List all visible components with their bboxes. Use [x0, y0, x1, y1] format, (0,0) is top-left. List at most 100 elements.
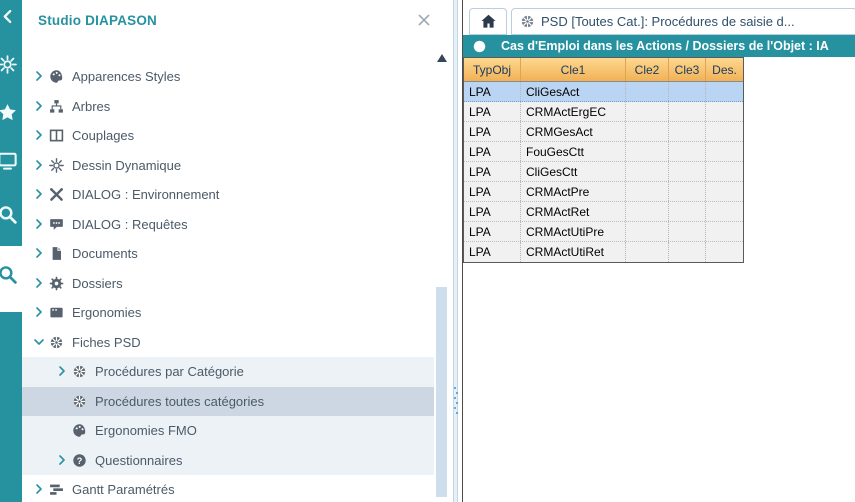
column-header-typobj[interactable]: TypObj [464, 58, 521, 81]
tree-icon [49, 99, 65, 114]
pinwheel-icon [72, 394, 87, 409]
table-row[interactable]: LPACRMActUtiRet [464, 242, 743, 262]
app-window: Studio DIAPASON Apparences StylesArbresC… [0, 0, 855, 502]
table-row[interactable]: LPACliGesAct [464, 82, 743, 102]
cell-cle2 [626, 82, 669, 101]
search-icon [0, 205, 17, 224]
chevron-right-icon [55, 453, 69, 467]
rail-item-search[interactable] [0, 202, 22, 226]
tree-item-documents[interactable]: Documents [22, 239, 434, 269]
tree-item-ergonomies-fmo[interactable]: Ergonomies FMO [22, 416, 434, 446]
chevron-right-icon[interactable] [32, 128, 49, 143]
search-icon [0, 265, 17, 284]
chevron-right-icon[interactable] [32, 276, 49, 291]
chevron-right-icon[interactable] [32, 482, 49, 497]
tree-item-procedures-toutes-categories[interactable]: Procédures toutes catégories [22, 387, 434, 417]
cell-cle2 [626, 162, 669, 181]
cell-des [706, 122, 743, 141]
tab-psd[interactable]: PSD [Toutes Cat.]: Procédures de saisie … [511, 8, 855, 35]
tree-item-procedures-par-categorie[interactable]: Procédures par Catégorie [22, 357, 434, 387]
cell-cle2 [626, 222, 669, 241]
chevron-right-icon[interactable] [32, 69, 49, 84]
tree-item-dialog-requetes[interactable]: DIALOG : Requêtes [22, 210, 434, 240]
cell-cle1: FouGesCtt [521, 142, 626, 161]
cell-des [706, 222, 743, 241]
rail-item-favorites[interactable] [0, 100, 22, 124]
scrollbar-thumb[interactable] [436, 287, 447, 497]
cell-typobj: LPA [464, 222, 521, 241]
chevron-right-icon [32, 99, 46, 113]
tab-bar: PSD [Toutes Cat.]: Procédures de saisie … [463, 8, 855, 35]
chevron-right-icon[interactable] [32, 187, 49, 202]
tree-item-label: Dessin Dynamique [72, 158, 181, 173]
svg-text:?: ? [77, 456, 83, 466]
splitter-grip-icon[interactable] [453, 384, 459, 414]
tree-item-arbres[interactable]: Arbres [22, 92, 434, 122]
table-row[interactable]: LPACRMActPre [464, 182, 743, 202]
cell-des [706, 142, 743, 161]
cell-cle3 [669, 82, 706, 101]
cell-cle1: CliGesCtt [521, 162, 626, 181]
columns-icon [49, 128, 65, 143]
cell-cle3 [669, 242, 706, 262]
tab-home[interactable] [469, 8, 507, 35]
tree-item-questionnaires[interactable]: ? Questionnaires [22, 446, 434, 476]
rail-item-collapse[interactable] [0, 4, 22, 28]
rail-item-settings[interactable] [0, 52, 22, 76]
object-title-bar: Cas d'Emploi dans les Actions / Dossiers… [463, 35, 855, 57]
table-row[interactable]: LPACRMActRet [464, 202, 743, 222]
tree-item-apparences-styles[interactable]: Apparences Styles [22, 62, 434, 92]
rail-item-search-results[interactable] [0, 262, 22, 286]
tab-psd-label: PSD [Toutes Cat.]: Procédures de saisie … [541, 14, 795, 29]
table-row[interactable]: LPAFouGesCtt [464, 142, 743, 162]
close-icon[interactable] [416, 12, 432, 28]
tree-item-dialog-environnement[interactable]: DIALOG : Environnement [22, 180, 434, 210]
scroll-up-arrow-icon[interactable] [437, 54, 447, 62]
chevron-right-icon [32, 246, 46, 260]
chevron-right-icon[interactable] [55, 453, 72, 468]
palette-icon [49, 69, 65, 84]
table-row[interactable]: LPACRMActErgEC [464, 102, 743, 122]
chevron-right-icon[interactable] [32, 158, 49, 173]
column-header-cle1[interactable]: Cle1 [521, 58, 626, 81]
column-header-cle3[interactable]: Cle3 [669, 58, 706, 81]
cell-cle2 [626, 142, 669, 161]
rail-item-workspace[interactable] [0, 148, 22, 172]
cell-typobj: LPA [464, 162, 521, 181]
tree-item-dossiers[interactable]: Dossiers [22, 269, 434, 299]
tree-item-ergonomies[interactable]: Ergonomies [22, 298, 434, 328]
table-row[interactable]: LPACRMGesAct [464, 122, 743, 142]
tree-item-gantt-parametres[interactable]: Gantt Paramétrés [22, 475, 434, 502]
tree-item-label: Arbres [72, 99, 110, 114]
column-header-cle2[interactable]: Cle2 [626, 58, 669, 81]
cell-typobj: LPA [464, 82, 521, 101]
sidebar-scrollbar[interactable] [435, 48, 448, 502]
splitter-bar[interactable] [453, 0, 458, 502]
tree-item-fiches-psd[interactable]: Fiches PSD [22, 328, 434, 358]
column-header-des[interactable]: Des. [706, 58, 743, 81]
cell-cle3 [669, 122, 706, 141]
pinwheel-icon [72, 364, 88, 379]
cell-cle2 [626, 242, 669, 262]
chevron-right-icon [32, 158, 46, 172]
table-row[interactable]: LPACliGesCtt [464, 162, 743, 182]
chevron-right-icon[interactable] [32, 99, 49, 114]
cell-cle2 [626, 202, 669, 221]
navigation-tree: Apparences Styles Arbres Couplages Dessin D… [22, 62, 434, 502]
chevron-spacer [55, 423, 72, 438]
tree-item-dessin-dynamique[interactable]: Dessin Dynamique [22, 151, 434, 181]
panel-splitter[interactable] [448, 0, 462, 502]
palette-icon [72, 423, 87, 438]
table-row[interactable]: LPACRMActUtiPre [464, 222, 743, 242]
chevron-right-icon[interactable] [32, 305, 49, 320]
question-icon: ? [72, 453, 87, 468]
tree-item-label: Questionnaires [95, 453, 182, 468]
chat-icon [49, 217, 65, 232]
chevron-right-icon[interactable] [32, 217, 49, 232]
chevron-down-icon[interactable] [32, 335, 49, 350]
chevron-right-icon[interactable] [55, 364, 72, 379]
chevron-right-icon[interactable] [32, 246, 49, 261]
tree-item-couplages[interactable]: Couplages [22, 121, 434, 151]
pinwheel-icon [520, 14, 535, 29]
tree-item-label: DIALOG : Requêtes [72, 217, 188, 232]
